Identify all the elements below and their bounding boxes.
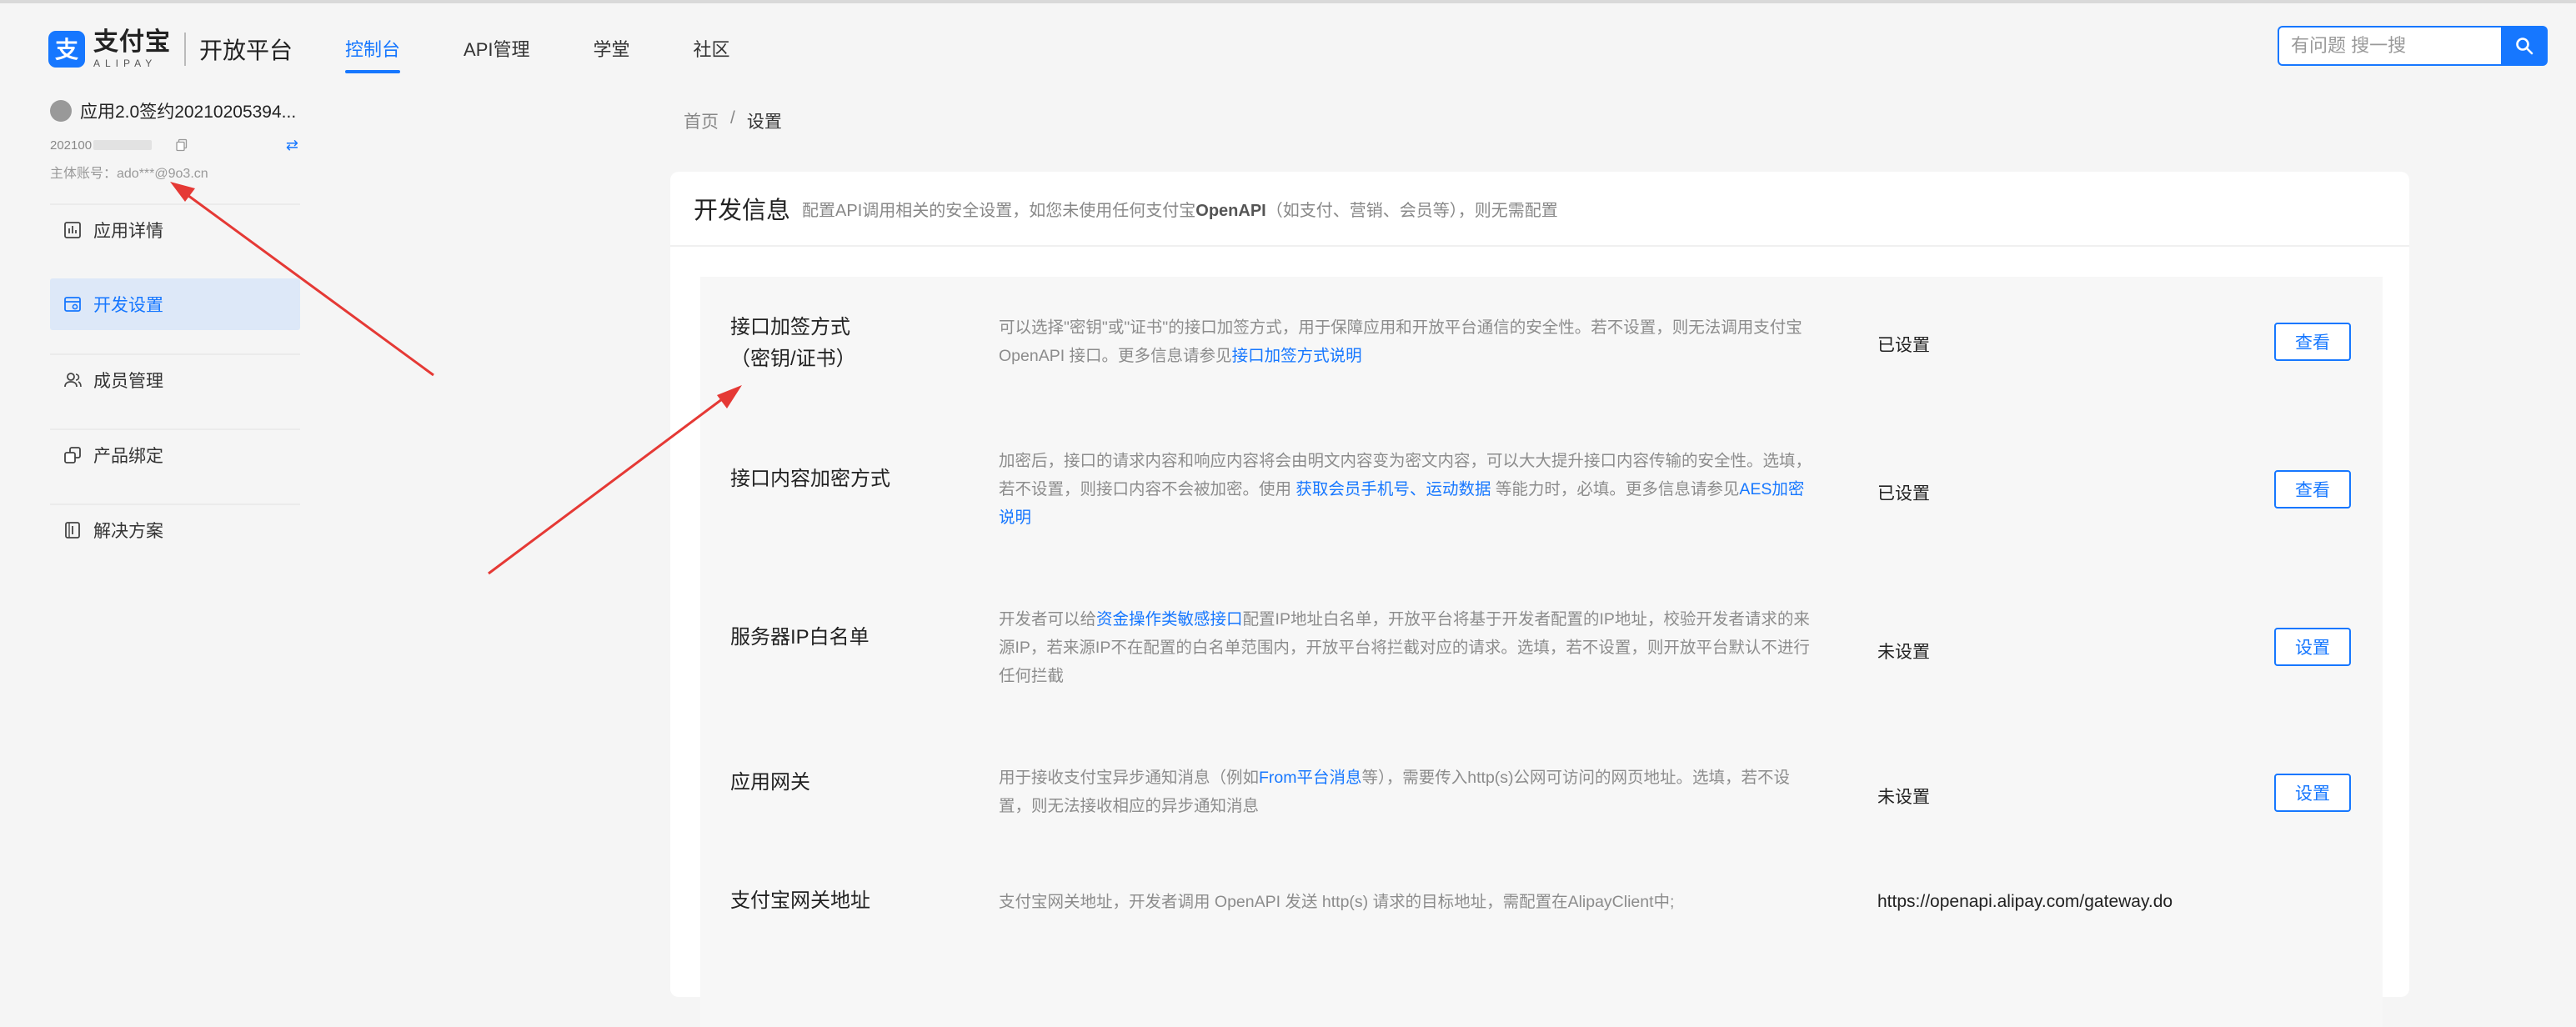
row-description: 支付宝网关地址，开发者调用 OpenAPI 发送 http(s) 请求的目标地址… <box>999 893 1675 911</box>
row-desc-text: 用于接收支付宝异步通知消息（例如 <box>999 769 1260 787</box>
member-phone-link[interactable]: 获取会员手机号 <box>1296 480 1410 498</box>
row-description: 用于接收支付宝异步通知消息（例如From平台消息等），需要传入http(s)公网… <box>999 764 1816 820</box>
sidebar-item-label: 解决方案 <box>93 522 163 541</box>
search-icon <box>2516 38 2533 55</box>
app-avatar <box>50 100 72 122</box>
dev-settings-icon <box>63 295 82 313</box>
sidebar-item-members[interactable]: 成员管理 <box>50 353 300 405</box>
sign-method-doc-link[interactable]: 接口加签方式说明 <box>1232 347 1362 365</box>
row-name: 支付宝网关地址 <box>730 889 870 912</box>
set-app-gateway-button[interactable]: 设置 <box>2274 774 2351 812</box>
chart-icon <box>63 221 82 239</box>
row-desc-text: 等能力时，必填。更多信息请参见 <box>1491 480 1740 498</box>
breadcrumb: 首页 / 设置 <box>684 108 782 133</box>
row-status: 未设置 <box>1877 643 1930 662</box>
row-name-line2: （密钥/证书） <box>730 348 856 370</box>
nav-api-management[interactable]: API管理 <box>464 35 529 73</box>
members-icon <box>63 371 82 389</box>
alipay-logo-icon: 支 <box>48 31 85 68</box>
breadcrumb-separator: / <box>730 108 735 128</box>
logo-en-text: ALIPAY <box>93 58 158 69</box>
view-encryption-button[interactable]: 查看 <box>2274 470 2351 508</box>
row-name: 接口加签方式 （密钥/证书） <box>730 312 856 375</box>
row-description: 加密后，接口的请求内容和响应内容将会由明文内容变为密文内容，可以大大提升接口内容… <box>999 447 1816 532</box>
row-name-line1: 接口加签方式 <box>730 316 850 338</box>
app-id-text: 202100 <box>50 138 93 153</box>
row-status: 未设置 <box>1877 788 1930 807</box>
gateway-url: https://openapi.alipay.com/gateway.do <box>1877 892 2173 911</box>
app-name: 应用2.0签约20210205394... <box>80 103 297 122</box>
row-status: 已设置 <box>1877 336 1930 355</box>
sidebar-item-label: 产品绑定 <box>93 447 163 466</box>
solution-icon <box>63 521 82 539</box>
alipay-logo[interactable]: 支 支付宝 ALIPAY 开放平台 <box>48 28 293 70</box>
sidebar-item-label: 成员管理 <box>93 372 163 391</box>
switch-app-icon[interactable]: ⇄ <box>286 137 298 154</box>
row-desc-text: 开发者可以给 <box>999 610 1097 629</box>
row-status: 已设置 <box>1877 484 1930 503</box>
sidebar-item-app-details[interactable]: 应用详情 <box>50 203 300 255</box>
sport-data-link[interactable]: 运动数据 <box>1426 480 1491 498</box>
logo-cn-text: 支付宝 <box>93 28 171 56</box>
card-desc-openapi: OpenAPI <box>1195 201 1266 220</box>
sidebar-item-label: 应用详情 <box>93 222 163 241</box>
platform-title: 开放平台 <box>199 38 293 63</box>
sidebar-item-dev-settings[interactable]: 开发设置 <box>50 278 300 330</box>
nav-academy[interactable]: 学堂 <box>593 35 629 73</box>
card-desc-prefix: 配置API调用相关的安全设置，如您未使用任何支付宝 <box>802 201 1196 220</box>
sidebar-item-solutions[interactable]: 解决方案 <box>50 503 300 555</box>
breadcrumb-home[interactable]: 首页 <box>684 108 719 133</box>
row-name: 服务器IP白名单 <box>730 626 870 649</box>
logo-divider <box>184 33 186 66</box>
card-desc-suffix: （如支付、营销、会员等），则无需配置 <box>1265 201 1558 220</box>
platform-message-link[interactable]: From平台消息 <box>1259 769 1362 787</box>
row-desc-separator: 、 <box>1409 480 1426 498</box>
top-bar: 支 支付宝 ALIPAY 开放平台 控制台 API管理 学堂 社区 <box>0 0 2576 87</box>
search-input[interactable] <box>2278 26 2501 66</box>
set-ip-whitelist-button[interactable]: 设置 <box>2274 628 2351 666</box>
settings-list: 接口加签方式 （密钥/证书） 可以选择"密钥"或"证书"的接口加签方式，用于保障… <box>700 277 2383 1027</box>
row-description: 开发者可以给资金操作类敏感接口配置IP地址白名单，开放平台将基于开发者配置的IP… <box>999 605 1816 690</box>
search-button[interactable] <box>2501 26 2548 66</box>
app-name-row[interactable]: 应用2.0签约20210205394... <box>50 97 300 125</box>
app-id-row: 202100 ⇄ <box>50 135 300 155</box>
card-description: 配置API调用相关的安全设置，如您未使用任何支付宝OpenAPI（如支付、营销、… <box>802 197 1558 221</box>
view-sign-method-button[interactable]: 查看 <box>2274 323 2351 361</box>
sidebar-menu: 应用详情 开发设置 成员管理 产品绑定 解决方案 <box>50 203 300 555</box>
nav-community[interactable]: 社区 <box>694 35 730 73</box>
dev-info-card: 开发信息 配置API调用相关的安全设置，如您未使用任何支付宝OpenAPI（如支… <box>670 172 2409 1027</box>
nav-console[interactable]: 控制台 <box>345 35 401 73</box>
row-desc-text: 可以选择"密钥"或"证书"的接口加签方式，用于保障应用和开放平台通信的安全性。若… <box>999 318 1802 365</box>
owner-account: 主体账号：ado***@9o3.cn <box>50 167 208 181</box>
svg-text:支: 支 <box>55 36 78 63</box>
sidebar-item-product-binding[interactable]: 产品绑定 <box>50 428 300 480</box>
sidebar: 应用2.0签约20210205394... 202100 ⇄ 主体账号：ado*… <box>50 97 300 555</box>
row-name: 应用网关 <box>730 771 810 794</box>
card-header: 开发信息 配置API调用相关的安全设置，如您未使用任何支付宝OpenAPI（如支… <box>670 172 2409 247</box>
app-id-masked <box>93 140 153 150</box>
breadcrumb-current: 设置 <box>746 113 782 132</box>
card-title: 开发信息 <box>694 198 791 224</box>
sidebar-item-label: 开发设置 <box>93 296 163 315</box>
row-name: 接口内容加密方式 <box>730 468 890 490</box>
main-nav: 控制台 API管理 学堂 社区 <box>345 35 794 73</box>
product-link-icon <box>63 446 82 464</box>
row-description: 可以选择"密钥"或"证书"的接口加签方式，用于保障应用和开放平台通信的安全性。若… <box>999 313 1816 370</box>
sensitive-api-link[interactable]: 资金操作类敏感接口 <box>1096 610 1243 629</box>
copy-icon[interactable] <box>175 138 188 152</box>
search-box <box>2278 26 2548 66</box>
